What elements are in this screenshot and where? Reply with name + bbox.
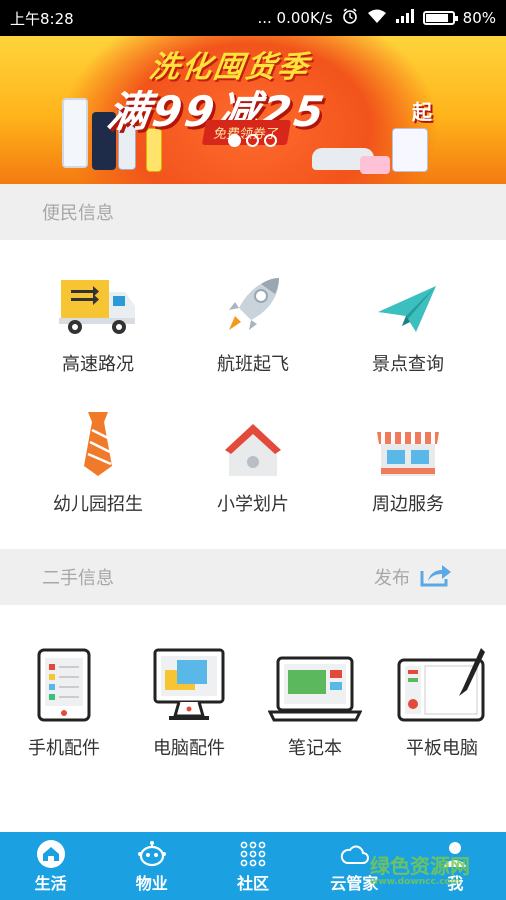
battery-percent: 80% bbox=[462, 9, 496, 27]
grid-item-primary-school[interactable]: 小学划片 bbox=[178, 408, 328, 516]
grid-item-label: 小学划片 bbox=[217, 494, 289, 515]
paper-plane-icon bbox=[333, 268, 483, 338]
grid-item-label: 航班起飞 bbox=[217, 354, 289, 375]
carousel-dot-3[interactable] bbox=[264, 134, 277, 147]
rocket-icon bbox=[178, 268, 328, 338]
convenience-section-header: 便民信息 bbox=[0, 184, 506, 240]
secondhand-section-title: 二手信息 bbox=[42, 568, 114, 589]
grid-item-highway[interactable]: 高速路况 bbox=[23, 268, 173, 376]
status-right: ... 0.00K/s 80% bbox=[257, 7, 496, 29]
banner-offer-suffix: 起 bbox=[412, 100, 432, 124]
tab-life[interactable]: 生活 bbox=[0, 832, 101, 900]
publish-button[interactable]: 发布 bbox=[374, 549, 452, 605]
storefront-icon bbox=[333, 408, 483, 478]
share-icon bbox=[420, 563, 452, 592]
watermark-url: www.downcc.com bbox=[370, 877, 461, 887]
signal-icon bbox=[395, 9, 415, 27]
house-icon bbox=[178, 408, 328, 478]
tab-label: 物业 bbox=[135, 874, 168, 893]
grid-item-flight[interactable]: 航班起飞 bbox=[178, 268, 328, 376]
convenience-section-title: 便民信息 bbox=[42, 203, 114, 224]
status-bar: 上午8:28 ... 0.00K/s 80% bbox=[0, 0, 506, 36]
tab-label: 社区 bbox=[237, 874, 270, 893]
tab-property[interactable]: 物业 bbox=[101, 832, 202, 900]
grid-icon bbox=[240, 838, 266, 870]
robot-icon bbox=[137, 838, 167, 870]
wifi-icon bbox=[367, 8, 387, 28]
cloud-icon bbox=[339, 838, 370, 870]
tab-label: 生活 bbox=[34, 874, 67, 893]
publish-label: 发布 bbox=[374, 568, 410, 589]
truck-icon bbox=[23, 268, 173, 338]
carousel-dot-1[interactable] bbox=[228, 134, 241, 147]
tablet-pen-icon bbox=[367, 648, 506, 722]
battery-icon bbox=[422, 11, 458, 25]
grid-item-label: 高速路况 bbox=[62, 354, 134, 375]
promo-banner[interactable]: 洗化囤货季 满99减25 起 免费领券了 bbox=[0, 36, 506, 184]
grid-item-label: 平板电脑 bbox=[406, 738, 478, 759]
grid-item-kindergarten[interactable]: 幼儿园招生 bbox=[23, 408, 173, 516]
grid-item-label: 幼儿园招生 bbox=[53, 494, 143, 515]
status-time: 上午8:28 bbox=[10, 9, 74, 28]
soap-box-image bbox=[360, 156, 390, 174]
alarm-icon bbox=[341, 7, 359, 29]
grid-item-label: 周边服务 bbox=[372, 494, 444, 515]
grid-item-label: 景点查询 bbox=[372, 354, 444, 375]
detergent-bottle-image bbox=[62, 98, 88, 168]
carousel-dots bbox=[228, 134, 277, 147]
grid-item-tablet[interactable]: 平板电脑 bbox=[367, 648, 506, 760]
secondhand-section-header: 二手信息 发布 bbox=[0, 549, 506, 605]
grid-item-scenic[interactable]: 景点查询 bbox=[333, 268, 483, 376]
watermark-text: 绿色资源网 bbox=[370, 854, 470, 878]
network-speed: ... 0.00K/s bbox=[257, 9, 333, 27]
tab-community[interactable]: 社区 bbox=[202, 832, 303, 900]
grid-item-nearby-service[interactable]: 周边服务 bbox=[333, 408, 483, 516]
watermark-logo: 绿色资源网 www.downcc.com bbox=[370, 850, 470, 887]
home-icon bbox=[36, 838, 66, 870]
carousel-dot-2[interactable] bbox=[246, 134, 259, 147]
necktie-icon bbox=[23, 408, 173, 478]
tissue-pack-image bbox=[392, 128, 428, 172]
